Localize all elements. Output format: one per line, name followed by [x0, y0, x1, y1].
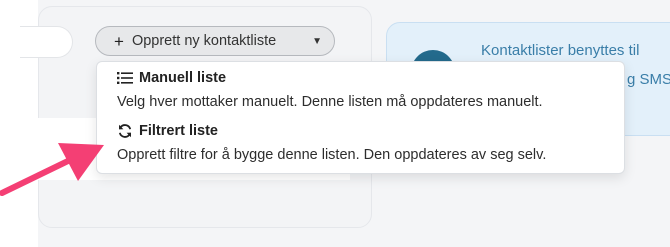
create-contact-list-button[interactable]: + Opprett ny kontaktliste ▼ — [95, 26, 335, 56]
menu-item-title: Filtrert liste — [139, 123, 218, 139]
caret-down-icon: ▼ — [312, 35, 322, 47]
list-icon — [117, 72, 133, 84]
annotation-arrow-icon — [0, 143, 104, 196]
info-text-line2: g SMS — [627, 71, 670, 88]
menu-item-description: Opprett filtre for å bygge denne listen.… — [117, 147, 547, 163]
plus-icon: + — [114, 31, 124, 51]
menu-item-filtered-list[interactable]: Filtrert liste Opprett filtre for å bygg… — [97, 121, 624, 163]
menu-item-title: Manuell liste — [139, 70, 227, 86]
menu-item-manual-list[interactable]: Manuell liste Velg hver mottaker manuelt… — [97, 68, 624, 110]
search-input[interactable] — [20, 26, 73, 58]
info-text-line1: Kontaktlister benyttes til — [481, 42, 640, 59]
refresh-icon — [118, 124, 132, 138]
menu-item-description: Velg hver mottaker manuelt. Denne listen… — [117, 94, 543, 110]
create-contact-list-label: Opprett ny kontaktliste — [131, 33, 277, 49]
create-list-dropdown-menu: Manuell liste Velg hver mottaker manuelt… — [96, 61, 625, 174]
